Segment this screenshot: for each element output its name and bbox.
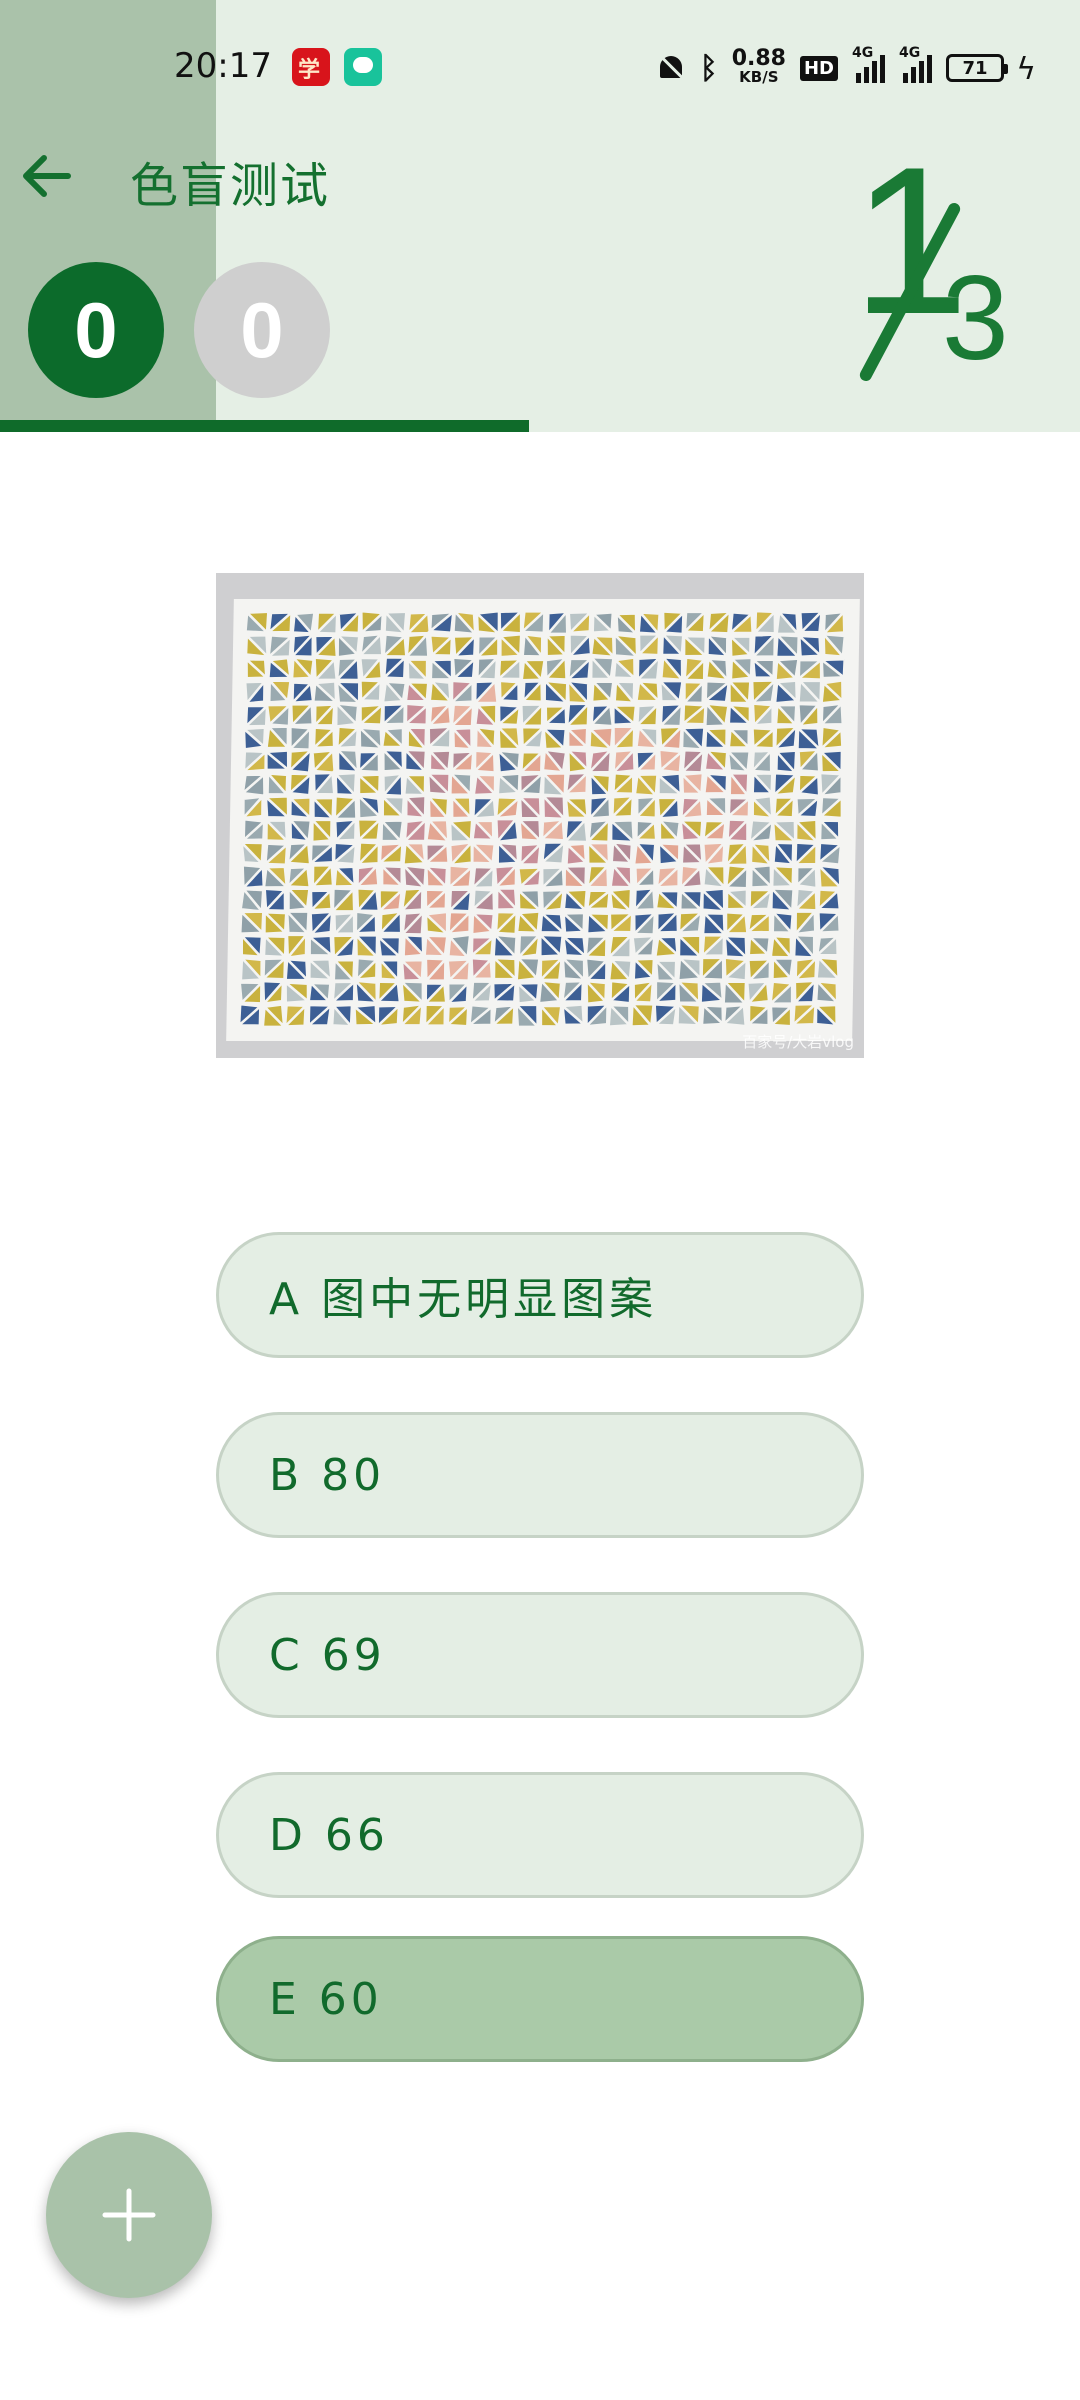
hd-icon: HD: [799, 55, 838, 81]
network-speed-value: 0.88: [731, 46, 786, 71]
option-c[interactable]: C 69: [216, 1592, 864, 1718]
plus-icon: [102, 2188, 156, 2242]
mute-icon: [656, 52, 686, 84]
option-a[interactable]: A 图中无明显图案: [216, 1232, 864, 1358]
question-counter: 1 3: [830, 136, 1030, 400]
arrow-left-icon: [23, 155, 71, 197]
status-bar: 20:17 ᛒ 0.88 KB/S HD 4G 4G 71 ϟ: [0, 36, 1080, 100]
messages-app-icon: [344, 48, 382, 86]
status-time: 20:17: [174, 46, 272, 86]
charging-icon: ϟ: [1016, 52, 1036, 87]
signal-icon: 4G: [899, 45, 932, 83]
bluetooth-icon: ᛒ: [699, 50, 718, 86]
total-question-number: 3: [942, 251, 1009, 385]
signal-label: 4G: [852, 45, 874, 61]
progress-bar: [0, 420, 1080, 432]
correct-count-badge: 0: [28, 262, 164, 398]
option-e[interactable]: E 60: [216, 1936, 864, 2062]
signal-label: 4G: [899, 45, 921, 61]
page-title: 色盲测试: [130, 158, 331, 214]
test-plate: [226, 599, 860, 1041]
app-screen: 20:17 ᛒ 0.88 KB/S HD 4G 4G 71 ϟ: [0, 0, 1080, 2400]
network-speed: 0.88 KB/S: [731, 46, 786, 87]
test-image: 百家号/大岩vlog: [216, 573, 864, 1058]
option-d[interactable]: D 66: [216, 1772, 864, 1898]
status-icons: ᛒ 0.88 KB/S HD 4G 4G 71: [656, 45, 1008, 90]
back-button[interactable]: [18, 148, 74, 204]
battery-icon: 71: [946, 54, 1008, 82]
color-mosaic-pattern: [238, 611, 846, 1027]
progress-bar-fill: [0, 420, 530, 432]
signal-icon: 4G: [852, 45, 885, 83]
wrong-count-badge: 0: [194, 262, 330, 398]
xuexi-app-icon: [292, 48, 330, 86]
option-b[interactable]: B 80: [216, 1412, 864, 1538]
network-speed-unit: KB/S: [739, 68, 779, 86]
image-watermark: 百家号/大岩vlog: [742, 1033, 854, 1051]
add-button[interactable]: [46, 2132, 212, 2298]
